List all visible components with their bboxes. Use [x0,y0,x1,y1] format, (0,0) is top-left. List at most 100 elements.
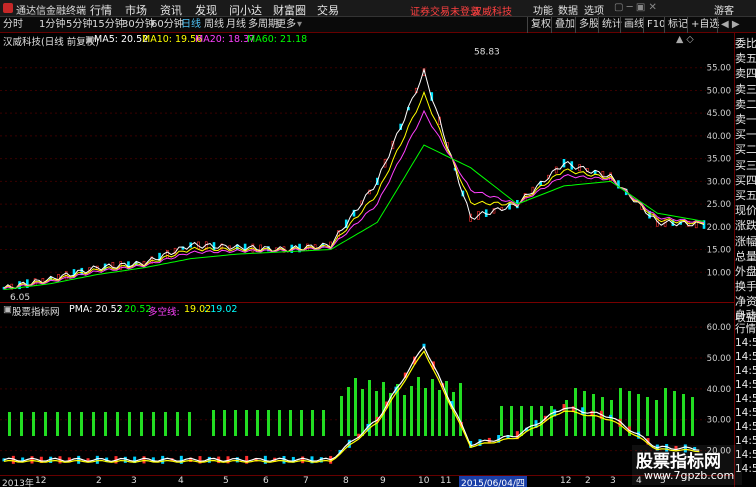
period-fenshi[interactable]: 分时 [3,18,23,32]
indicator-candle [301,456,305,464]
indicator-bar [289,410,292,436]
main-y-axis: 55.00 50.00 45.00 40.00 35.00 30.00 25.00 20.00… [707,64,731,279]
menu-caifuquan[interactable]: 财富圈 [273,2,306,18]
x-label: 11 [440,476,452,486]
quote-label: 委比 [735,37,756,50]
indicator-bar [655,400,658,436]
indicator-bar [637,394,640,436]
app-logo-icon [3,3,13,13]
period-30min[interactable]: 30分钟 [122,18,155,32]
login-alert[interactable]: 证券交易未登录 [410,3,480,18]
x-cursor-date: 2015/06/04/四 [459,476,527,487]
menu-wenxiaoda[interactable]: 问小达 [229,2,262,18]
x-label: 8 [343,476,349,486]
x-label: 5 [223,476,229,486]
menu-faxian[interactable]: 发现 [195,2,217,18]
period-1min[interactable]: 1分钟 [39,18,65,32]
main-kline-chart: 58.83 6.05 55.0050.0045.0040.0035.0030.0… [0,47,731,303]
nav-arrows-icon[interactable]: ◀ ▶ [717,17,743,33]
indicator-candle [30,456,34,464]
menu-gongneng[interactable]: 功能 [533,2,553,17]
indicator-candle [581,407,585,415]
tick-time-label: 自动 [735,309,756,321]
indicator-bar [424,388,427,436]
indicator-bar [510,406,513,436]
chevron-down-icon[interactable]: ▾ [297,18,302,32]
quote-label: 外盘 [735,265,756,278]
menu-shuju[interactable]: 数据 [558,2,578,17]
menu-hangqing[interactable]: 行情 [90,2,112,18]
tick-time-label: 14:5 [735,407,756,419]
menu-shichang[interactable]: 市场 [125,2,147,18]
x-axis [0,475,734,487]
y-tick-label: 40.00 [707,132,731,142]
indicator-bar [116,412,119,436]
indicator-bar [682,394,685,436]
y-tick-label: 15.00 [707,246,731,256]
menu-xuanxiang[interactable]: 选项 [584,2,604,17]
quote-label: 涨幅 [735,234,756,248]
indicator-bar [347,387,350,436]
high-price-label: 58.83 [474,47,500,57]
ma60-line [3,144,705,290]
y-tick-label: 20.00 [707,223,731,233]
menu-jiaoyi[interactable]: 交易 [317,2,339,18]
user-youke[interactable]: 游客 [714,2,734,17]
x-label: 2 [96,476,102,486]
period-more[interactable]: 更多 [276,18,296,32]
y-tick-label: 40.00 [707,385,731,395]
window-controls-icon[interactable]: ▢ ─ ▣ ✕ [614,2,657,13]
y-tick-label: 60.00 [707,323,731,333]
indicator-bar [80,412,83,436]
tool-fuquan[interactable]: 复权 [527,17,554,33]
period-monthly[interactable]: 月线 [226,18,246,32]
period-daily[interactable]: 日线 [181,18,201,32]
period-5min[interactable]: 5分钟 [66,18,92,32]
quote-label: 总量 [735,249,756,263]
quote-label: 买四 [735,173,756,187]
indicator-bar [234,410,237,436]
x-label: 9 [380,476,386,486]
y-tick-label: 30.00 [707,416,731,426]
indicator-bar [417,377,420,436]
indicator-bar [56,412,59,436]
indicator-candle [142,456,146,464]
indicator-candle [95,455,99,464]
quote-label: 买五 [735,189,756,202]
candle [212,242,216,251]
x-label: 12 [560,476,572,486]
x-label: 2013年 [2,479,34,487]
indicator-bar [256,410,259,436]
indicator-bar [431,379,434,436]
quote-label: 买三 [735,158,756,172]
indicator-bar [530,406,533,436]
app-title: 通达信金融终端 [16,6,86,17]
indicator-bar [664,388,667,436]
period-60min[interactable]: 60分钟 [151,18,184,32]
indicator-bar [500,406,503,436]
y-tick-label: 50.00 [707,86,731,96]
period-multi[interactable]: 多周期 [248,18,278,32]
quote-label: 买二 [735,143,756,157]
tick-time-label: 14:5 [735,365,756,377]
tool-diejia[interactable]: 叠加 [551,17,578,33]
indicator-bar [438,390,441,436]
indicator-bar [619,388,622,436]
indicator-bar [188,412,191,436]
quote-label: 卖四 [735,67,756,81]
indicator-bar [176,412,179,436]
tick-time-label: 14:5 [735,421,756,433]
indicator-bar [140,412,143,436]
indicator-bar [673,391,676,436]
indicator-bar [267,410,270,436]
menu-zixun[interactable]: 资讯 [160,2,182,18]
tick-time-label: 14:5 [735,351,756,363]
x-label: 10 [418,476,430,486]
tick-time-label: 行情 [735,323,756,335]
ma5-line [3,67,705,289]
period-weekly[interactable]: 周线 [204,18,224,32]
indicator-bar [300,410,303,436]
indicator-bar [8,412,11,436]
x-label: 7 [303,476,309,486]
period-15min[interactable]: 15分钟 [92,18,125,32]
